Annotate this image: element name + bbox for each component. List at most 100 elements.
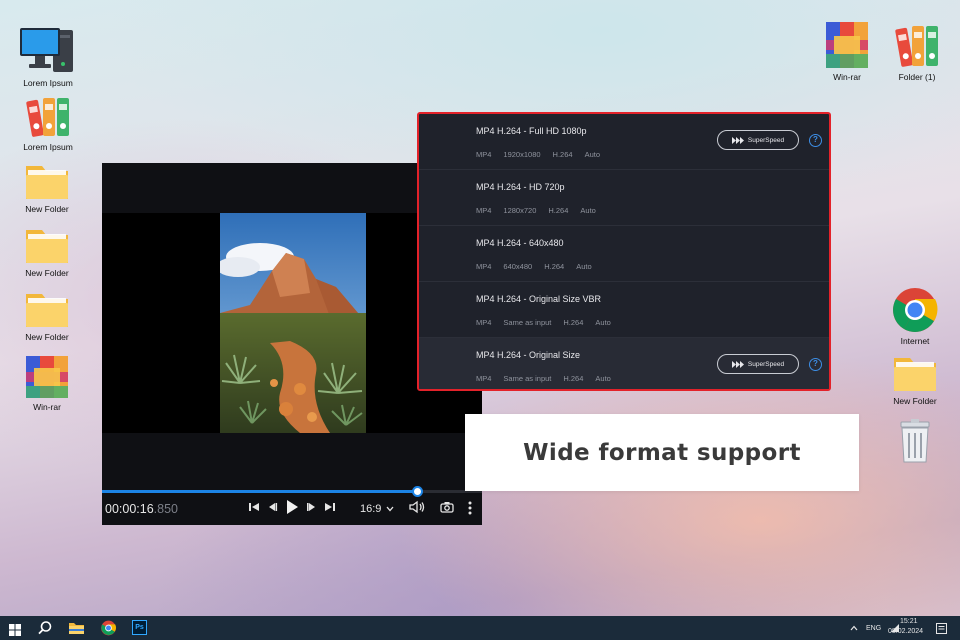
folder-icon <box>26 294 68 327</box>
format-name: MP4 H.264 - Full HD 1080p <box>476 126 587 136</box>
winrar-icon <box>26 356 68 398</box>
language-indicator[interactable]: ENG <box>866 625 881 632</box>
superspeed-badge[interactable]: SuperSpeed <box>717 354 799 374</box>
format-resolution: 1280x720 <box>503 206 537 215</box>
desktop-icon-recycle-bin[interactable] <box>880 418 950 466</box>
format-name: MP4 H.264 - HD 720p <box>476 182 565 192</box>
aspect-ratio-value: 16:9 <box>360 503 382 515</box>
format-container: MP4 <box>476 206 492 215</box>
previous-frame-icon[interactable] <box>266 501 278 513</box>
more-options-icon[interactable] <box>467 501 473 515</box>
format-name: MP4 H.264 - Original Size VBR <box>476 294 602 304</box>
format-resolution: Same as input <box>503 374 552 383</box>
desktop-icon-label: New Folder <box>893 396 937 406</box>
folder-icon <box>894 358 936 391</box>
desktop-icon-folder-1-binders[interactable]: Folder (1) <box>882 22 952 82</box>
superspeed-badge[interactable]: SuperSpeed <box>717 130 799 150</box>
seek-bar-fill <box>102 490 418 493</box>
binders-icon <box>895 26 938 67</box>
format-resolution: Same as input <box>503 318 552 327</box>
desktop-icon-computer[interactable]: Lorem Ipsum <box>13 26 83 88</box>
chevron-up-icon[interactable] <box>850 625 858 631</box>
desktop-icon-new-folder-right[interactable]: New Folder <box>880 352 950 406</box>
format-bitrate: Auto <box>595 318 611 327</box>
help-icon[interactable]: ? <box>809 358 822 371</box>
next-frame-icon[interactable] <box>306 501 318 513</box>
desktop-icon-folder-3[interactable]: New Folder <box>12 288 82 342</box>
file-explorer-icon[interactable] <box>68 620 85 636</box>
help-icon[interactable]: ? <box>809 134 822 147</box>
video-thumbnail-image <box>220 213 366 433</box>
desktop-icon-label: New Folder <box>25 204 69 214</box>
desktop-icon-label: Win-rar <box>833 72 861 82</box>
desktop-icon-label: Lorem Ipsum <box>23 142 73 152</box>
format-bitrate: Auto <box>584 150 600 159</box>
format-specs: MP4 1920x1080 H.264 Auto <box>476 150 612 159</box>
current-time-fraction: .850 <box>153 502 179 516</box>
format-option-full-hd-1080p[interactable]: MP4 H.264 - Full HD 1080p MP4 1920x1080 H.… <box>419 114 829 170</box>
format-specs: MP4 Same as input H.264 Auto <box>476 318 623 327</box>
desktop-icon-folder-1[interactable]: New Folder <box>12 160 82 214</box>
format-container: MP4 <box>476 150 492 159</box>
desktop-icon-internet[interactable]: Internet <box>880 286 950 346</box>
feature-callout-text: Wide format support <box>523 439 801 466</box>
clock-date[interactable]: 08.02.2024 <box>888 628 923 635</box>
format-option-original-size[interactable]: MP4 H.264 - Original Size MP4 Same as inp… <box>419 338 829 389</box>
recycle-bin-icon <box>900 419 930 463</box>
format-name: MP4 H.264 - 640x480 <box>476 238 564 248</box>
chrome-taskbar-icon[interactable] <box>100 620 117 636</box>
video-frame-landscape <box>220 213 366 433</box>
format-specs: MP4 1280x720 H.264 Auto <box>476 206 608 215</box>
desktop-icon-winrar-top[interactable]: Win-rar <box>812 20 882 82</box>
search-icon[interactable] <box>37 620 53 636</box>
taskbar: Ps ENG 15:21 08.02.2024 <box>0 616 960 640</box>
desktop-icon-label: Internet <box>900 336 930 346</box>
windows-start-icon[interactable] <box>9 622 21 638</box>
format-codec: H.264 <box>552 150 573 159</box>
format-option-640x480[interactable]: MP4 H.264 - 640x480 MP4 640x480 H.264 Auto <box>419 226 829 282</box>
chrome-icon <box>893 288 938 332</box>
format-bitrate: Auto <box>595 374 611 383</box>
superspeed-label: SuperSpeed <box>747 136 785 144</box>
format-bitrate: Auto <box>580 206 596 215</box>
desktop-icon-label: Lorem Ipsum <box>23 78 73 88</box>
format-container: MP4 <box>476 262 492 271</box>
notifications-icon[interactable] <box>936 623 947 634</box>
desktop-icon-folder-2[interactable]: New Folder <box>12 224 82 278</box>
desktop-icon-winrar[interactable]: Win-rar <box>12 354 82 412</box>
camera-icon[interactable] <box>440 501 454 513</box>
feature-callout: Wide format support <box>465 414 859 491</box>
chevron-down-icon <box>386 506 394 512</box>
format-list-panel: MP4 H.264 - Full HD 1080p MP4 1920x1080 H.… <box>417 112 831 391</box>
desktop-icon-label: Folder (1) <box>898 72 936 82</box>
format-specs: MP4 Same as input H.264 Auto <box>476 374 623 383</box>
format-option-original-size-vbr[interactable]: MP4 H.264 - Original Size VBR MP4 Same as… <box>419 282 829 338</box>
desktop-icon-binders[interactable]: Lorem Ipsum <box>13 94 83 152</box>
desktop-icon-label: New Folder <box>25 332 69 342</box>
current-time-main: 00:00:16 <box>105 502 154 516</box>
format-codec: H.264 <box>548 206 569 215</box>
folder-icon <box>26 166 68 199</box>
skip-to-start-icon[interactable] <box>248 501 260 513</box>
format-codec: H.264 <box>563 318 584 327</box>
folder-icon <box>26 230 68 263</box>
clock-time[interactable]: 15:21 <box>900 618 918 625</box>
desktop-icon-label: Win-rar <box>33 402 61 412</box>
format-option-hd-720p[interactable]: MP4 H.264 - HD 720p MP4 1280x720 H.264 Auto <box>419 170 829 226</box>
format-container: MP4 <box>476 374 492 383</box>
skip-to-end-icon[interactable] <box>324 501 336 513</box>
photoshop-icon[interactable]: Ps <box>132 620 147 635</box>
binders-icon <box>26 98 69 137</box>
seek-bar[interactable] <box>102 486 482 497</box>
fast-forward-icon <box>731 360 744 368</box>
format-codec: H.264 <box>544 262 565 271</box>
format-container: MP4 <box>476 318 492 327</box>
current-time: 00:00:16.850 <box>105 502 178 516</box>
format-codec: H.264 <box>563 374 584 383</box>
desktop-icon-label: New Folder <box>25 268 69 278</box>
play-icon[interactable] <box>285 499 299 515</box>
aspect-ratio-selector[interactable]: 16:9 <box>360 503 394 515</box>
computer-icon <box>20 28 73 72</box>
superspeed-label: SuperSpeed <box>747 360 785 368</box>
volume-icon[interactable] <box>409 500 425 514</box>
